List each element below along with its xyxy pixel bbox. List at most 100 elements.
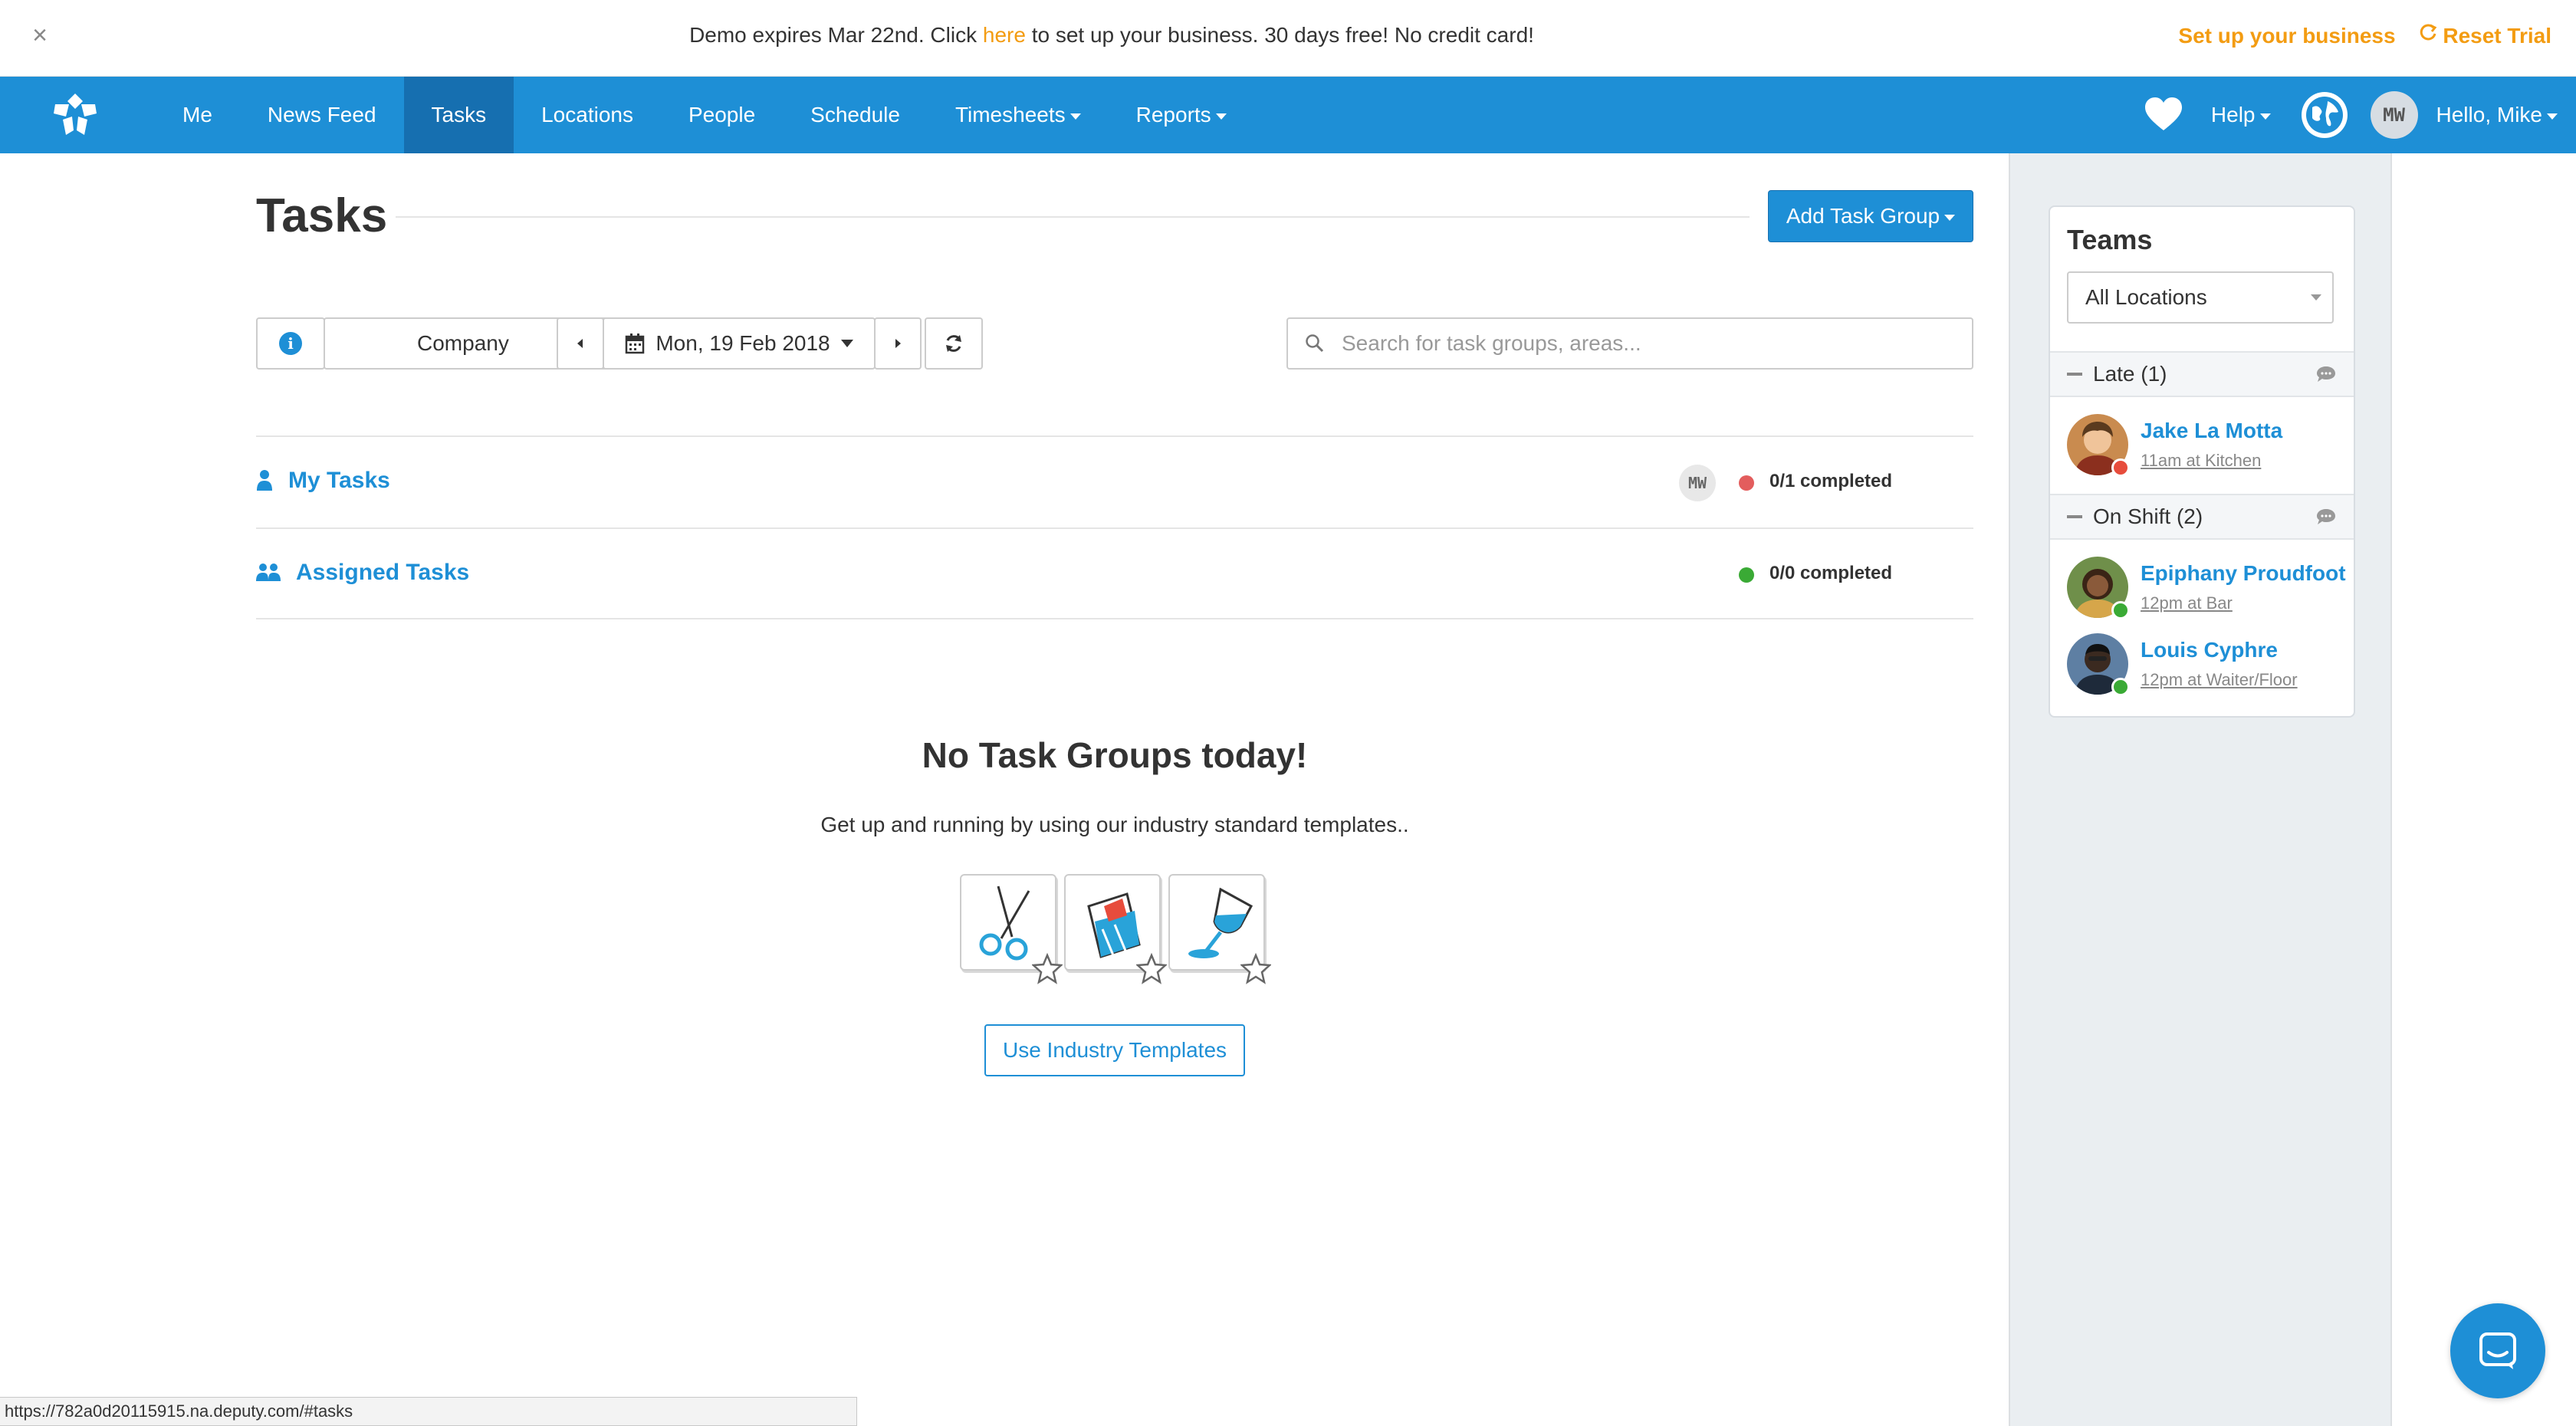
wine-glass-icon[interactable] [1168,874,1271,984]
nav-item-news-feed[interactable]: News Feed [240,77,404,153]
nav-item-timesheets[interactable]: Timesheets [928,77,1109,153]
status-dot [1739,567,1754,583]
reset-trial-link[interactable]: Reset Trial [2418,24,2551,48]
chevron-down-icon [840,340,853,347]
search-input[interactable] [1342,331,1955,356]
nav-user-area: Help MW Hello, Mike [2142,77,2576,153]
chevron-left-icon [577,339,583,348]
page-title: Tasks [256,189,388,242]
on-shift-status-dot [2111,678,2130,696]
help-label: Help [2210,103,2256,127]
nav-label: Me [182,103,212,127]
location-select[interactable]: All Locations [2067,271,2334,324]
nav-label: Schedule [810,103,900,127]
user-avatar[interactable]: MW [2370,91,2418,139]
search-icon [1306,334,1324,353]
task-row-assigned-tasks: Assigned Tasks 0/0 completed [256,527,1973,619]
info-icon: i [279,332,302,355]
chevron-down-icon [2547,113,2558,120]
nav-item-tasks[interactable]: Tasks [403,77,514,153]
template-previews [960,874,1271,997]
member-name-link[interactable]: Jake La Motta [2141,419,2282,443]
nav-label: Locations [541,103,633,127]
nav-item-me[interactable]: Me [155,77,240,153]
info-button[interactable]: i [256,317,325,370]
scope-value: Company [417,331,509,355]
previous-day-button[interactable] [557,317,604,370]
star-badge-icon [1136,952,1167,984]
help-menu[interactable]: Help [2211,103,2271,127]
date-value: Mon, 19 Feb 2018 [656,331,830,355]
nav-label: Reports [1135,103,1211,127]
top-navbar: Me News Feed Tasks Locations People Sche… [0,77,2576,153]
demo-message-text: Demo expires Mar 22nd. Click [689,23,978,47]
scissors-icon[interactable] [960,874,1063,984]
teams-title: Teams [2067,224,2153,255]
demo-actions: Set up your business Reset Trial [2178,23,2551,48]
member-name-link[interactable]: Epiphany Proudfoot [2141,561,2346,586]
add-task-group-button[interactable]: Add Task Group [1768,190,1973,242]
reset-icon [2420,24,2437,41]
heart-icon[interactable] [2142,94,2185,136]
user-menu[interactable]: Hello, Mike [2436,103,2558,127]
nav-label: Tasks [431,103,487,127]
star-badge-icon [1032,952,1063,984]
demo-here-link[interactable]: here [983,23,1026,47]
title-divider [396,216,1750,218]
demo-message: Demo expires Mar 22nd. Click here to set… [0,23,2223,48]
chevron-right-icon [895,339,901,348]
deputy-logo-icon[interactable] [46,90,104,140]
refresh-icon [946,335,961,352]
teams-sidebar: Teams All Locations Late (1) Jake La Mot… [2009,153,2390,1426]
user-icon [257,470,272,491]
messenger-launcher-button[interactable] [2450,1303,2545,1398]
member-shift-link[interactable]: 12pm at Bar [2141,593,2233,613]
globe-icon[interactable] [2301,92,2348,138]
right-gutter [2390,153,2576,1426]
star-badge-icon [1240,952,1271,984]
chevron-down-icon [1070,113,1081,120]
assignee-avatar: MW [1679,465,1716,501]
task-search [1286,317,1973,370]
nav-label: Timesheets [955,103,1066,127]
comment-icon [2317,509,2335,524]
user-greeting: Hello, Mike [2436,103,2542,127]
member-name-link[interactable]: Louis Cyphre [2141,638,2278,662]
completion-status: 0/1 completed [1769,471,1893,491]
browser-status-bar: https://782a0d20115915.na.deputy.com/#ta… [0,1397,857,1426]
assigned-tasks-link[interactable]: Assigned Tasks [256,560,469,586]
nav-label: News Feed [267,103,376,127]
nav-item-schedule[interactable]: Schedule [783,77,928,153]
team-member: Louis Cyphre 12pm at Waiter/Floor [2067,633,2343,702]
food-wrap-icon[interactable] [1064,874,1167,984]
team-member: Jake La Motta 11am at Kitchen [2067,414,2343,483]
group-header-on-shift[interactable]: On Shift (2) [2050,494,2354,540]
completion-status: 0/0 completed [1769,563,1893,583]
group-label: On Shift (2) [2093,504,2203,528]
group-header-late[interactable]: Late (1) [2050,351,2354,397]
use-industry-templates-button[interactable]: Use Industry Templates [984,1024,1245,1076]
comment-icon [2317,366,2335,382]
member-shift-link[interactable]: 12pm at Waiter/Floor [2141,670,2298,690]
status-dot [1739,475,1754,491]
empty-state-subtitle: Get up and running by using our industry… [820,813,1409,836]
team-member: Epiphany Proudfoot 12pm at Bar [2067,557,2346,626]
nav-item-locations[interactable]: Locations [514,77,661,153]
my-tasks-label: My Tasks [288,468,390,493]
nav-item-people[interactable]: People [661,77,783,153]
location-value: All Locations [2085,285,2207,309]
demo-message-text-end: to set up your business. 30 days free! N… [1031,23,1534,47]
my-tasks-link[interactable]: My Tasks [256,468,390,494]
member-shift-link[interactable]: 11am at Kitchen [2141,451,2261,471]
demo-banner: × Demo expires Mar 22nd. Click here to s… [0,0,2576,77]
task-row-my-tasks: My Tasks MW 0/1 completed [256,435,1973,527]
teams-card: Teams All Locations Late (1) Jake La Mot… [2049,205,2355,718]
main-content: Tasks Add Task Group i Company Mon, 19 F… [0,153,2009,1426]
refresh-button[interactable] [925,317,983,370]
setup-business-link[interactable]: Set up your business [2178,24,2395,48]
chevron-down-icon [1944,214,1956,221]
date-picker[interactable]: Mon, 19 Feb 2018 [603,317,876,370]
nav-item-reports[interactable]: Reports [1109,77,1254,153]
next-day-button[interactable] [874,317,922,370]
late-status-dot [2111,458,2130,477]
